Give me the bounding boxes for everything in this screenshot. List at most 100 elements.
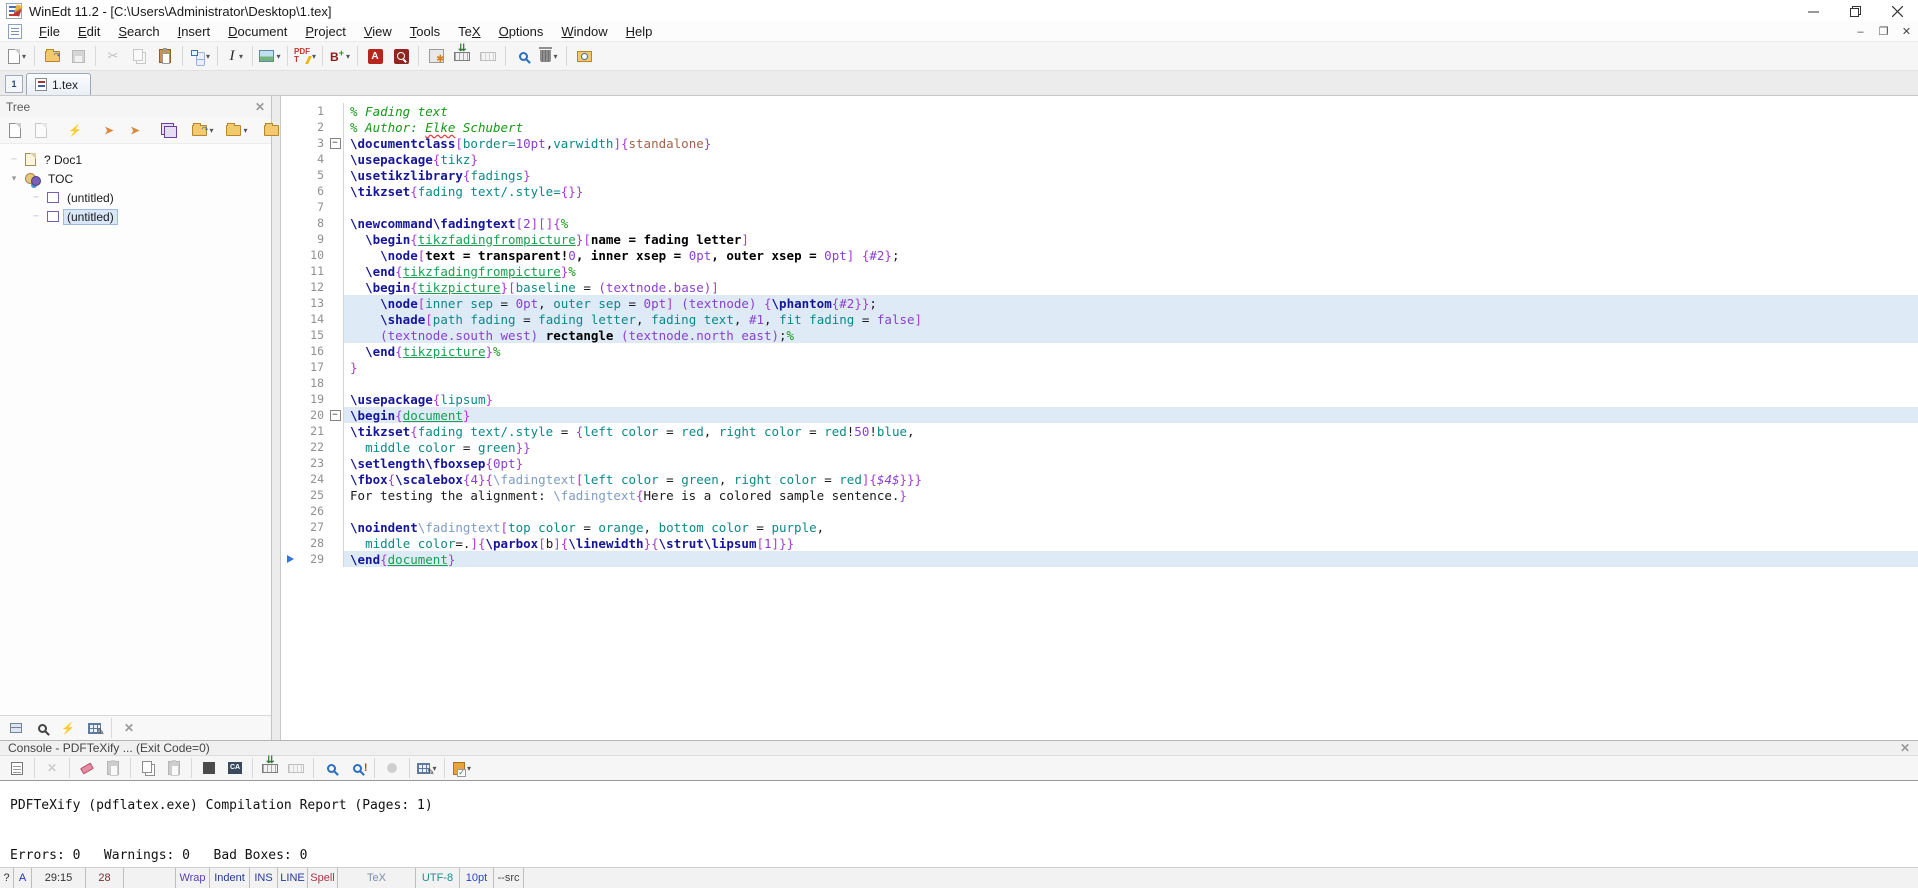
code-line-1[interactable]: 1 % Fading text [281,103,1918,119]
minimize-button[interactable] [1792,0,1834,22]
code-text[interactable]: \documentclass[border= 10pt, varwidth]{sta… [344,135,1918,151]
code-line-12[interactable]: 12 \begin{tikzpicture}[baseline = (textn… [281,279,1918,295]
fold-marker-icon[interactable]: − [327,135,344,151]
status-encoding[interactable]: UTF-8 [416,868,460,888]
status-spell[interactable]: Spell [308,868,338,888]
document-selector-icon[interactable]: 1 [5,75,23,93]
code-text[interactable]: \tikzset{fading text/.style = {left colo… [344,423,1918,439]
menu-view[interactable]: View [355,23,401,40]
paste-button[interactable] [153,44,177,68]
console-erase-button[interactable] [75,756,99,780]
console-status-dot-button[interactable] [380,756,404,780]
menu-help[interactable]: Help [617,23,662,40]
code-text[interactable]: \begin{document} [344,407,1918,423]
macro-options-button[interactable] [424,44,448,68]
tree-panel-toggle-button[interactable] [4,716,28,740]
menu-tools[interactable]: Tools [401,23,449,40]
new-document-button[interactable]: ▾ [5,44,29,68]
status-format[interactable]: TeX [338,868,416,888]
code-text[interactable]: middle color =.]{\parbox[b]{\linewidth}{\… [344,535,1918,551]
code-text[interactable]: \setlength\fboxsep{0pt} [344,455,1918,471]
pdf-search-button[interactable] [389,44,413,68]
console-close-icon[interactable]: ✕ [1900,741,1910,755]
code-line-9[interactable]: 9 \begin{tikzfadingfrompicture}[name = f… [281,231,1918,247]
code-text[interactable]: \tikzset{fading text/.style={}} [344,183,1918,199]
mdi-minimize-button[interactable]: – [1849,23,1872,40]
tree-search-button[interactable] [30,716,54,740]
code-text[interactable]: middle color = green}} [344,439,1918,455]
delete-button[interactable]: ▾ [537,44,561,68]
bibtex-button[interactable]: B+ ▾ [328,44,352,68]
status-indent[interactable]: Indent [210,868,250,888]
tree-close-icon[interactable]: ✕ [255,100,265,114]
code-line-19[interactable]: 19 \usepackage{lipsum} [281,391,1918,407]
code-editor[interactable]: 1% Fading text 2% Author: Elke Schubert 3−… [281,96,1918,740]
tree-folder-button[interactable]: ▾ [225,119,249,143]
console-log-table-button[interactable]: ▾ [415,756,439,780]
code-line-7[interactable]: 7 [281,199,1918,215]
code-line-23[interactable]: 23 \setlength\fboxsep{0pt} [281,455,1918,471]
status-insert-mode[interactable]: INS [250,868,278,888]
code-text[interactable]: \noindent \fadingtext[top color = orange,… [344,519,1918,535]
tree-item-0[interactable]: ┈ ? Doc1 [0,150,271,169]
save-button[interactable] [66,44,90,68]
code-text[interactable]: \fbox{\scalebox{4}{\fadingtext[left colo… [344,471,1918,487]
status-line-col[interactable]: 29:15 [32,868,86,888]
menu-search[interactable]: Search [109,23,168,40]
tree-pin-in-button[interactable]: ➤ [97,119,121,143]
open-document-button[interactable] [40,44,64,68]
tree-doc-button[interactable] [29,119,53,143]
mdi-close-button[interactable]: ✕ [1895,23,1918,40]
code-text[interactable]: \shade[path fading = fading letter, fadi… [344,311,1918,327]
console-delete-button[interactable] [101,756,125,780]
browse-files-button[interactable] [572,44,596,68]
document-tree-button[interactable]: ▾ [188,44,212,68]
status-col[interactable]: 28 [86,868,124,888]
macro-play-button[interactable] [450,43,474,68]
code-text[interactable]: \end{tikzfadingfrompicture}% [344,263,1918,279]
code-line-24[interactable]: 24 \fbox{\scalebox{4}{\fadingtext[left co… [281,471,1918,487]
macro-record-button[interactable] [476,44,500,68]
tree-editor-splitter[interactable] [272,96,281,740]
code-text[interactable] [344,199,1918,215]
fold-marker-icon[interactable]: − [327,407,344,423]
code-text[interactable]: \node[text = transparent! 0, inner xsep =… [344,247,1918,263]
tree-close-button[interactable]: ✕ [117,716,141,740]
tree-open-button[interactable]: ▾ [191,119,215,143]
find-button[interactable] [511,44,535,68]
code-line-20[interactable]: 20− \begin{document} [281,407,1918,423]
code-line-5[interactable]: 5 \usetikzlibrary{fadings} [281,167,1918,183]
tree-save-all-button[interactable] [157,119,181,143]
code-text[interactable]: \begin{tikzfadingfrompicture}[name = fad… [344,231,1918,247]
console-find-button[interactable] [319,756,343,780]
tree-new-doc-button[interactable] [3,119,27,143]
tab-1tex[interactable]: 1.tex [26,73,92,95]
code-line-22[interactable]: 22 middle color = green}} [281,439,1918,455]
code-line-16[interactable]: 16 \end{tikzpicture}% [281,343,1918,359]
tree-item-2[interactable]: ┈ (untitled) [0,188,271,207]
status-cell-14[interactable] [524,868,1918,888]
console-macro-play-button[interactable] [258,755,282,780]
console-clipboard-button[interactable]: ▾ [450,756,474,780]
console-ca-button[interactable]: CA [223,756,247,780]
mdi-restore-button[interactable]: ❐ [1872,23,1895,40]
menu-document[interactable]: Document [219,23,296,40]
code-line-14[interactable]: 14 \shade[path fading = fading letter, f… [281,311,1918,327]
cut-button[interactable]: ✂ [101,44,125,68]
code-line-21[interactable]: 21 \tikzset{fading text/.style = {left co… [281,423,1918,439]
menu-window[interactable]: Window [552,23,616,40]
code-line-10[interactable]: 10 \node[text = transparent! 0, inner xse… [281,247,1918,263]
status-mode[interactable]: A [14,868,32,888]
code-line-29[interactable]: 29 \end{document} [281,551,1918,567]
code-text[interactable]: \node[inner sep = 0pt, outer sep = 0pt] … [344,295,1918,311]
code-line-17[interactable]: 17} [281,359,1918,375]
console-find-error-button[interactable] [345,756,369,780]
menu-file[interactable]: File [30,23,69,40]
code-line-11[interactable]: 11 \end{tikzfadingfrompicture}% [281,263,1918,279]
console-copy-button[interactable] [136,756,160,780]
code-line-26[interactable]: 26 [281,503,1918,519]
code-line-6[interactable]: 6 \tikzset{fading text/.style={}} [281,183,1918,199]
copy-button[interactable] [127,44,151,68]
console-close-button[interactable]: ✕ [40,756,64,780]
code-line-15[interactable]: 15 (textnode.south west) rectangle (text… [281,327,1918,343]
